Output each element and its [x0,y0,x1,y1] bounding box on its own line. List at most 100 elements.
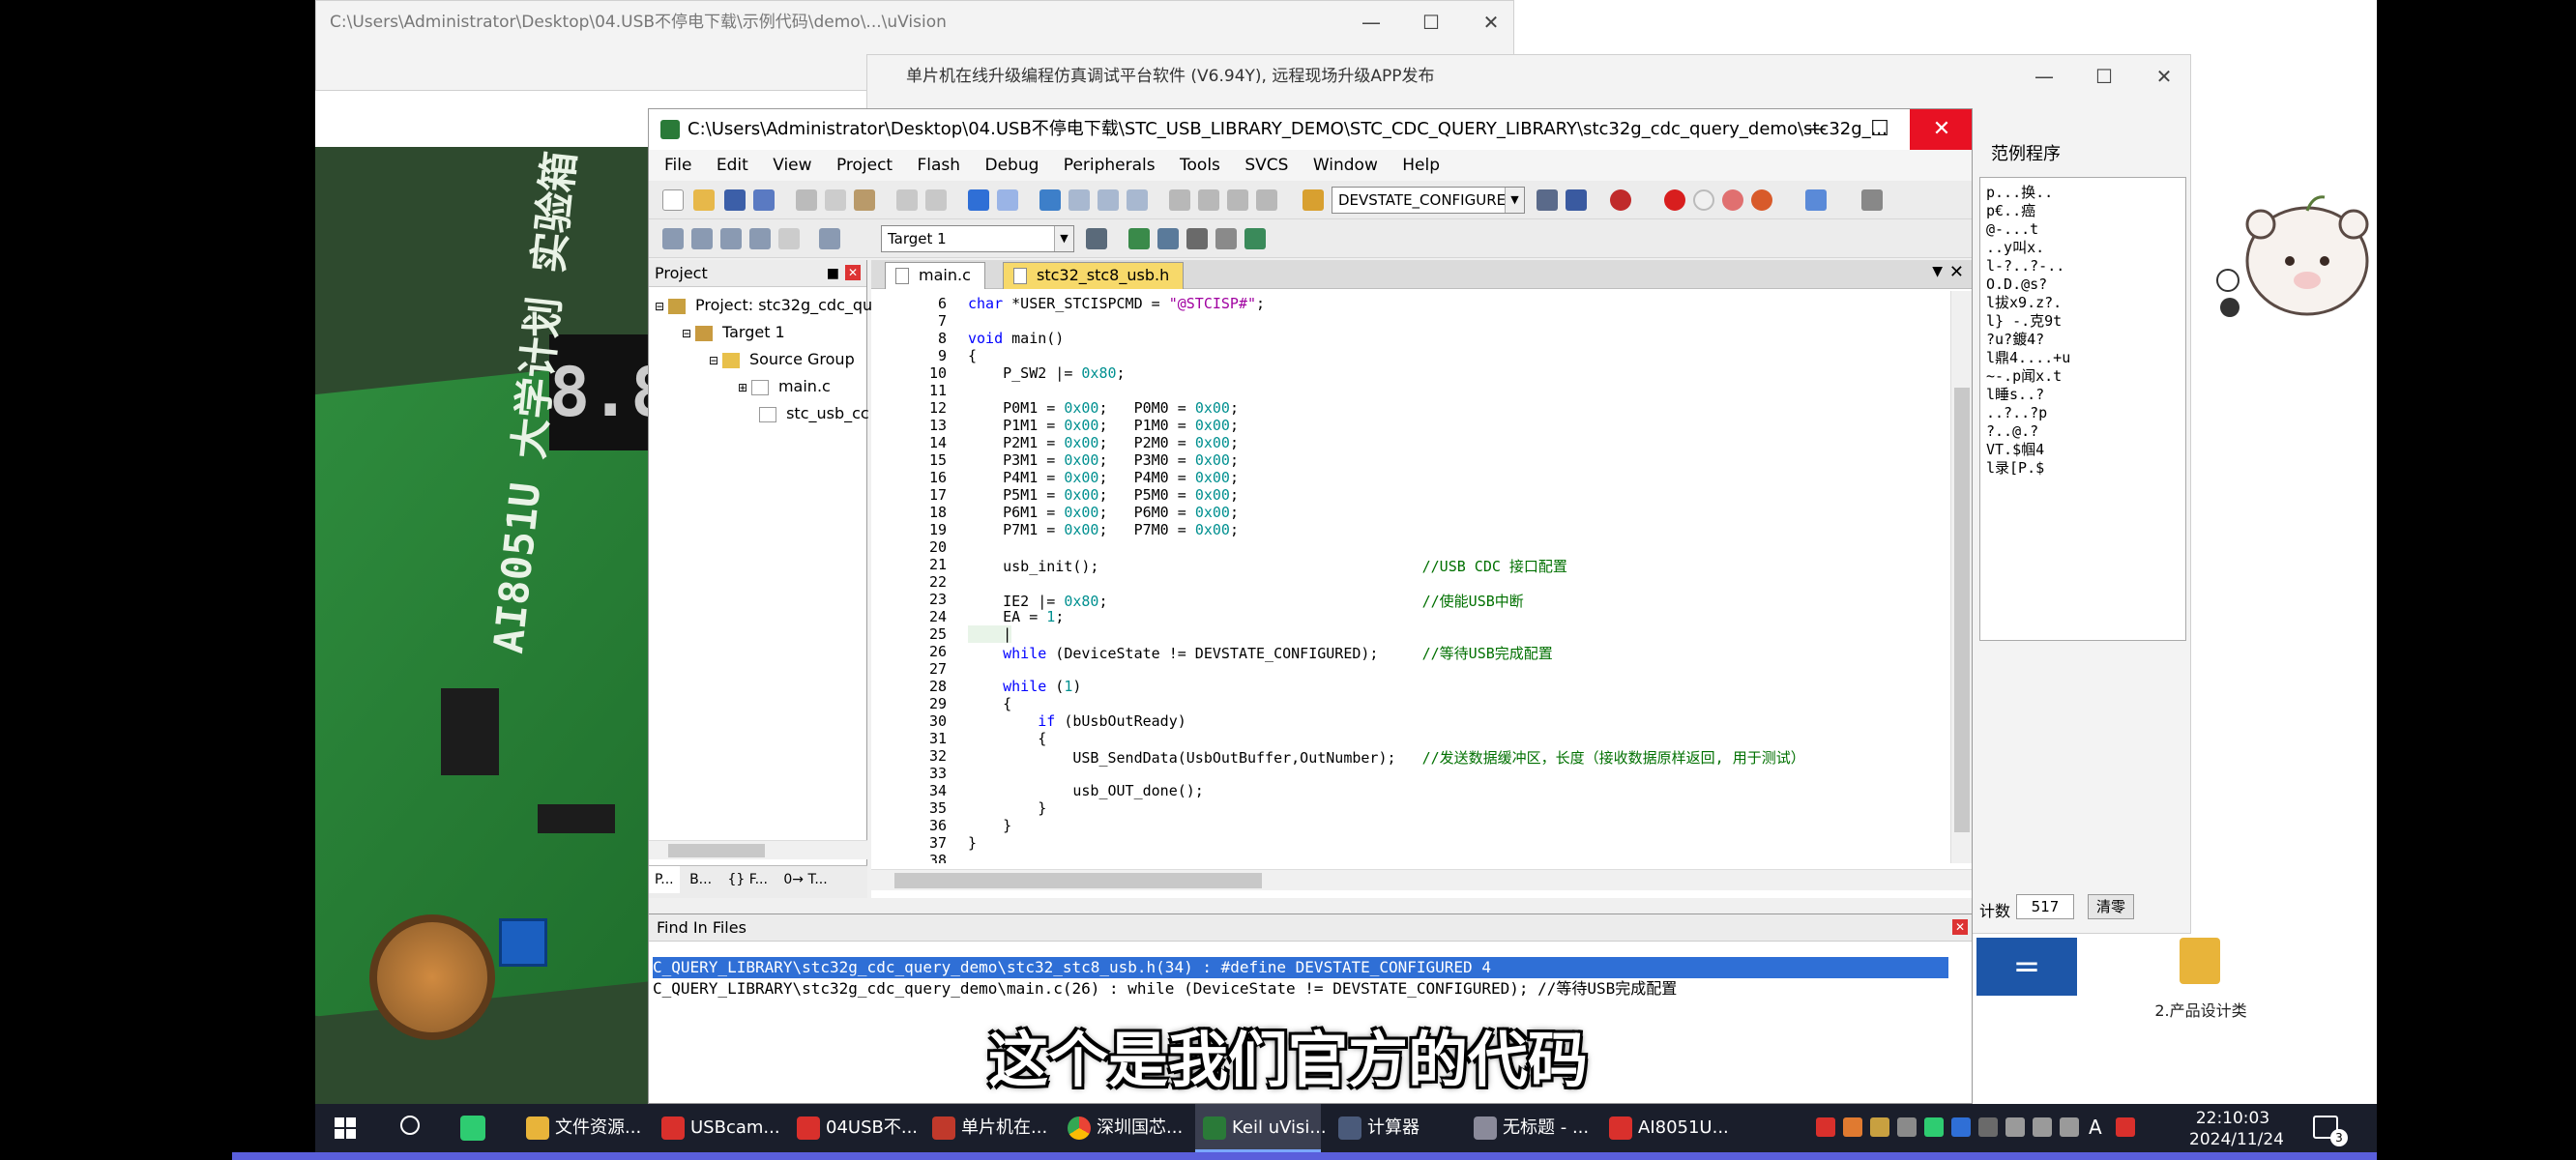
menu-window[interactable]: Window [1303,156,1388,175]
kill-all-breakpoints-icon[interactable] [1751,189,1772,211]
code-line[interactable]: | [968,625,1012,643]
bluetooth-icon[interactable] [1951,1117,1971,1137]
copy-icon[interactable] [825,189,846,211]
nav-forward-icon[interactable] [997,189,1018,211]
expand-icon[interactable]: ⊞ [738,381,751,394]
code-line[interactable]: } [968,799,1046,817]
tray-app-icon[interactable] [1843,1117,1862,1137]
translate-icon[interactable] [662,228,684,249]
tab-books[interactable]: B... [684,866,717,893]
programmer-examples-tab[interactable]: 范例程序 [1991,140,2061,165]
find-combo[interactable]: DEVSTATE_CONFIGURED ▼ [1332,187,1525,214]
tab-templates[interactable]: 0→ T... [777,866,833,893]
download-icon[interactable] [819,228,840,249]
clear-bookmarks-icon[interactable] [1127,189,1148,211]
scroll-thumb[interactable] [668,844,765,857]
tab-project[interactable]: P... [649,866,680,893]
next-bookmark-icon[interactable] [1098,189,1119,211]
manage-rte-icon[interactable] [1186,228,1208,249]
code-line[interactable]: void main() [968,330,1064,347]
menu-file[interactable]: File [655,156,701,175]
build-icon[interactable] [691,228,713,249]
keil-titlebar[interactable]: C:\Users\Administrator\Desktop\04.USB不停电… [649,109,1972,150]
code-line[interactable]: P1M1 = 0x00; P1M0 = 0x00; [968,417,1239,434]
ime-indicator[interactable]: A [2089,1116,2102,1139]
code-line[interactable]: EA = 1; [968,608,1064,625]
code-line[interactable]: P4M1 = 0x00; P4M0 = 0x00; [968,469,1239,486]
code-line[interactable]: P7M1 = 0x00; P7M0 = 0x00; [968,521,1239,538]
window-layout-icon[interactable] [1805,189,1827,211]
unindent-icon[interactable] [1198,189,1219,211]
code-line[interactable]: usb_OUT_done(); [968,782,1203,799]
menu-tools[interactable]: Tools [1170,156,1230,175]
menu-flash[interactable]: Flash [908,156,971,175]
configure-icon[interactable] [1861,189,1883,211]
bg-maximize-icon[interactable]: ☐ [1401,1,1461,44]
chevron-down-icon[interactable]: ▼ [1505,188,1524,213]
breakpoint-icon[interactable] [1664,189,1685,211]
save-icon[interactable] [724,189,746,211]
windows-start-icon[interactable] [335,1117,356,1139]
task-usbcam[interactable]: USBcam... [654,1104,780,1152]
pack-installer-icon[interactable] [1215,228,1237,249]
code-line[interactable]: P2M1 = 0x00; P2M0 = 0x00; [968,434,1239,451]
bookmark-icon[interactable] [1039,189,1061,211]
code-line[interactable]: char *USER_STCISPCMD = "@STCISP#"; [968,295,1265,312]
tree-file-usb[interactable]: stc_usb_cc [759,401,869,426]
target-options-icon[interactable] [1086,228,1107,249]
maximize-icon[interactable]: ☐ [1848,109,1912,150]
rebuild-icon[interactable] [720,228,742,249]
collapse-icon[interactable]: ⊟ [655,300,668,313]
code-line[interactable]: while (1) [968,678,1081,695]
folder-icon[interactable] [2180,938,2220,984]
code-line[interactable]: { [968,695,1011,712]
prog-minimize-icon[interactable]: — [2014,55,2074,98]
tray-app-icon[interactable] [1816,1117,1835,1137]
target-combo[interactable]: Target 1 ▼ [881,225,1074,252]
tree-target[interactable]: ⊟ Target 1 [682,320,785,345]
collapse-icon[interactable]: ⊟ [709,354,722,367]
code-line[interactable]: } [968,834,977,852]
paste-icon[interactable] [854,189,875,211]
code-line[interactable]: } [968,817,1011,834]
code-editor[interactable]: main.c stc32_stc8_usb.h ▼ ✕ 6 char *USER_… [871,260,1972,898]
cut-icon[interactable] [796,189,817,211]
panel-close-icon[interactable]: ✕ [1952,919,1968,935]
minimize-icon[interactable]: — [1784,109,1848,150]
menu-help[interactable]: Help [1392,156,1449,175]
task-programmer[interactable]: 单片机在... [924,1104,1050,1152]
tray-app-icon[interactable] [2116,1117,2135,1137]
task-paint[interactable]: 无标题 - ... [1466,1104,1592,1152]
code-line[interactable]: P6M1 = 0x00; P6M0 = 0x00; [968,504,1239,521]
run-time-env-icon[interactable] [1244,228,1266,249]
programmer-counter-field[interactable]: 517 [2016,894,2074,919]
chat-app-icon[interactable] [460,1116,485,1141]
batch-build-icon[interactable] [749,228,771,249]
task-pdf[interactable]: AI8051U... [1601,1104,1729,1152]
prog-maximize-icon[interactable]: ☐ [2074,55,2134,98]
manage-project-icon[interactable] [1128,228,1150,249]
menu-debug[interactable]: Debug [975,156,1048,175]
code-line[interactable]: P0M1 = 0x00; P0M0 = 0x00; [968,399,1239,417]
panel-close-icon[interactable]: ✕ [845,265,861,280]
code-line[interactable]: { [968,730,1046,747]
menu-svcs[interactable]: SVCS [1235,156,1298,175]
code-line[interactable]: P5M1 = 0x00; P5M0 = 0x00; [968,486,1239,504]
code-line[interactable]: usb_init(); //USB CDC 接口配置 [968,556,1567,576]
redo-icon[interactable] [925,189,947,211]
incremental-find-icon[interactable] [1566,189,1587,211]
task-keil[interactable]: Keil uVisi... [1195,1104,1327,1152]
find-in-files-icon[interactable] [1537,189,1558,211]
close-icon[interactable]: ✕ [1910,109,1972,150]
stop-build-icon[interactable] [778,228,800,249]
collapse-icon[interactable]: ⊟ [682,327,695,340]
comment-icon[interactable] [1227,189,1248,211]
tree-project-root[interactable]: ⊟ Project: stc32g_cdc_qu [655,293,872,318]
bg-close-icon[interactable]: ✕ [1461,1,1521,44]
task-file-explorer[interactable]: 文件资源... [518,1104,644,1152]
code-area[interactable]: 6 char *USER_STCISPCMD = "@STCISP#"; 7 8 voi… [871,291,1945,863]
code-line[interactable]: P_SW2 |= 0x80; [968,364,1125,382]
tab-main-c[interactable]: main.c [885,262,985,289]
tray-check-icon[interactable] [1924,1117,1944,1137]
chevron-down-icon[interactable]: ▼ [1054,226,1073,251]
